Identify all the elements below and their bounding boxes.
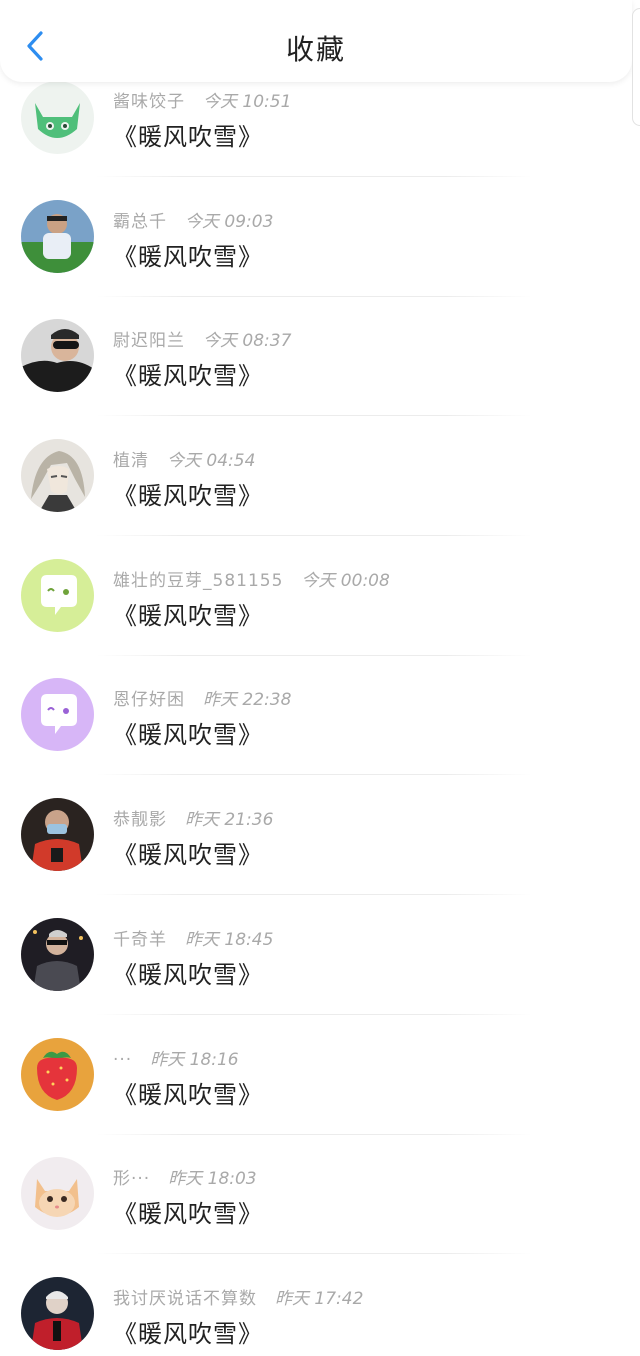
- list-item[interactable]: 霸总千 今天 09:03 《暖风吹雪》: [0, 177, 640, 297]
- item-meta: 恩仔好困 昨天 22:38: [113, 685, 291, 710]
- username: 植清: [113, 451, 149, 472]
- page-title: 收藏: [285, 33, 346, 66]
- avatar[interactable]: [21, 439, 94, 513]
- book-title: 《暖风吹雪》: [113, 242, 263, 271]
- item-meta: 雄壮的豆芽_581155 今天 00:08: [113, 566, 390, 591]
- side-edge-handle[interactable]: [632, 8, 640, 126]
- book-title: 《暖风吹雪》: [113, 482, 263, 511]
- username: 雄壮的豆芽_581155: [113, 570, 284, 591]
- book-title: 《暖风吹雪》: [113, 960, 263, 989]
- username: 尉迟阳兰: [113, 331, 185, 352]
- timestamp: 今天 10:51: [203, 92, 292, 112]
- avatar[interactable]: [21, 558, 94, 632]
- item-meta: 千奇羊 昨天 18:45: [113, 925, 273, 950]
- book-title: 《暖风吹雪》: [113, 1080, 263, 1109]
- avatar[interactable]: [21, 199, 94, 273]
- item-meta: 酱味饺子 今天 10:51: [113, 87, 291, 112]
- book-title: 《暖风吹雪》: [113, 1200, 263, 1229]
- timestamp: 昨天 21:36: [185, 810, 274, 831]
- avatar[interactable]: [21, 81, 94, 154]
- item-meta: ··· 昨天 18:16: [113, 1045, 239, 1070]
- avatar[interactable]: [21, 1037, 94, 1111]
- timestamp: 今天 08:37: [203, 331, 292, 352]
- list-item[interactable]: 植清 今天 04:54 《暖风吹雪》: [0, 416, 640, 537]
- book-title: 《暖风吹雪》: [113, 721, 263, 750]
- avatar[interactable]: [21, 917, 94, 991]
- item-meta: 形··· 昨天 18:03: [113, 1164, 257, 1189]
- username: 酱味饺子: [113, 92, 185, 112]
- timestamp: 今天 04:54: [167, 451, 256, 472]
- timestamp: 昨天 18:03: [168, 1169, 257, 1190]
- avatar[interactable]: [21, 678, 94, 752]
- list-item[interactable]: 雄壮的豆芽_581155 今天 00:08 《暖风吹雪》: [0, 536, 640, 656]
- item-meta: 植清 今天 04:54: [113, 446, 255, 471]
- avatar[interactable]: [21, 319, 94, 393]
- list-item[interactable]: 千奇羊 昨天 18:45 《暖风吹雪》: [0, 895, 640, 1015]
- book-title: 《暖风吹雪》: [113, 841, 263, 870]
- item-meta: 霸总千 今天 09:03: [113, 207, 273, 232]
- list-item[interactable]: 形··· 昨天 18:03 《暖风吹雪》: [0, 1134, 640, 1255]
- timestamp: 昨天 17:42: [275, 1288, 364, 1309]
- item-meta: 恭靓影 昨天 21:36: [113, 805, 273, 830]
- timestamp: 昨天 18:45: [185, 929, 274, 950]
- username: ···: [113, 1049, 133, 1070]
- top-bar: 收藏: [0, 0, 632, 82]
- username: 恭靓影: [113, 810, 167, 831]
- username: 我讨厌说话不算数: [113, 1288, 257, 1309]
- book-title: 《暖风吹雪》: [113, 1319, 263, 1348]
- list-item[interactable]: 恭靓影 昨天 21:36 《暖风吹雪》: [0, 775, 640, 896]
- list-item[interactable]: 尉迟阳兰 今天 08:37 《暖风吹雪》: [0, 296, 640, 417]
- list-item[interactable]: 恩仔好困 昨天 22:38 《暖风吹雪》: [0, 655, 640, 776]
- username: 霸总千: [113, 211, 167, 232]
- timestamp: 今天 00:08: [301, 570, 390, 591]
- username: 形···: [113, 1169, 151, 1190]
- item-meta: 我讨厌说话不算数 昨天 17:42: [113, 1284, 363, 1309]
- book-title: 《暖风吹雪》: [113, 601, 263, 630]
- username: 恩仔好困: [113, 690, 185, 711]
- list-item[interactable]: ··· 昨天 18:16 《暖风吹雪》: [0, 1015, 640, 1135]
- book-title: 《暖风吹雪》: [113, 123, 263, 151]
- timestamp: 昨天 18:16: [150, 1049, 239, 1070]
- avatar[interactable]: [21, 1157, 94, 1231]
- list-item[interactable]: 我讨厌说话不算数 昨天 17:42 《暖风吹雪》: [0, 1254, 640, 1356]
- username: 千奇羊: [113, 929, 167, 950]
- item-meta: 尉迟阳兰 今天 08:37: [113, 326, 291, 351]
- favorites-page: 收藏 酱味饺子 今天 10:51 《暖风吹雪》 霸总千 今天 09:03 《暖风…: [0, 0, 640, 1356]
- timestamp: 昨天 22:38: [203, 690, 292, 711]
- avatar[interactable]: [21, 1276, 94, 1350]
- favorites-list: 酱味饺子今天 10:51 《暖风吹雪》 霸总千今天 09:03 《暖风吹雪》: [0, 57, 640, 1356]
- book-title: 《暖风吹雪》: [113, 362, 263, 391]
- avatar[interactable]: [21, 798, 94, 872]
- timestamp: 今天 09:03: [185, 211, 274, 232]
